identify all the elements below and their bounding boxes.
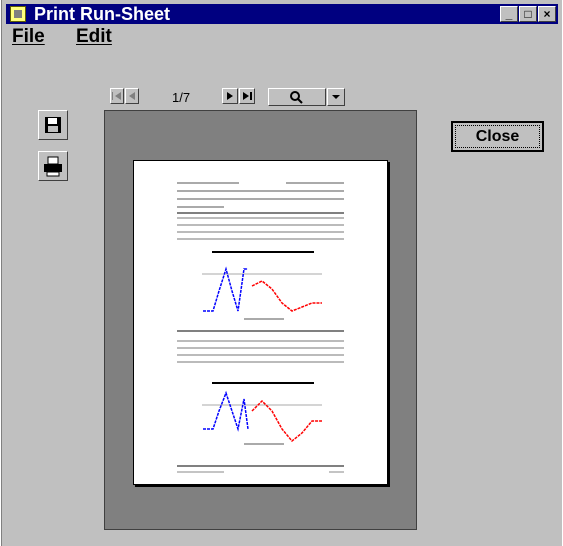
maximize-icon[interactable]: □	[519, 6, 537, 22]
window-title: Print Run-Sheet	[34, 4, 171, 24]
previous-page-button[interactable]	[125, 88, 139, 104]
runsheet-app-icon	[10, 6, 26, 22]
zoom-dropdown-button[interactable]	[327, 88, 345, 106]
menu-file[interactable]: File	[12, 26, 45, 48]
next-page-icon	[227, 92, 233, 100]
close-button[interactable]: Close	[451, 121, 544, 152]
printer-icon	[44, 156, 62, 177]
menu-edit[interactable]: Edit	[76, 26, 112, 48]
minimize-icon[interactable]: _	[500, 6, 518, 22]
print-run-sheet-window: Print Run-Sheet _ □ × File Edit 1/7 Clos…	[1, 0, 562, 546]
preview-page-thumbnail	[177, 182, 344, 473]
page-counter: 1/7	[172, 90, 191, 105]
first-page-icon	[112, 92, 121, 100]
last-page-button[interactable]	[239, 88, 255, 104]
close-window-icon[interactable]: ×	[538, 6, 556, 22]
save-button[interactable]	[38, 110, 68, 140]
next-page-button[interactable]	[222, 88, 238, 104]
previous-page-icon	[129, 92, 135, 100]
close-button-label: Close	[455, 125, 540, 148]
chevron-down-icon	[332, 95, 340, 99]
zoom-button[interactable]	[268, 88, 326, 106]
floppy-disk-icon	[45, 117, 61, 133]
magnifier-icon	[290, 91, 303, 104]
title-bar[interactable]: Print Run-Sheet _ □ ×	[6, 4, 558, 24]
first-page-button[interactable]	[110, 88, 124, 104]
preview-page	[133, 160, 388, 485]
print-button[interactable]	[38, 151, 68, 181]
last-page-icon	[243, 92, 252, 100]
